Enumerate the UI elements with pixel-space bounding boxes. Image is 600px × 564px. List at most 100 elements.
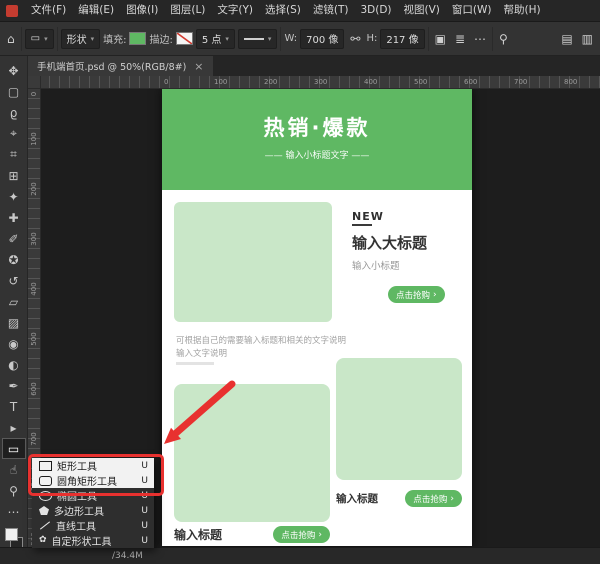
stroke-color-swatch[interactable] bbox=[176, 32, 193, 45]
home-icon[interactable]: ⌂ bbox=[4, 33, 18, 45]
menu-filter[interactable]: 滤镜(T) bbox=[307, 0, 355, 21]
flyout-item-ellipse-tool[interactable]: 椭圆工具 U bbox=[32, 488, 154, 503]
new-badge: NEW bbox=[352, 210, 384, 223]
ruler-horizontal: 0 100 200 300 400 500 600 700 800 bbox=[40, 76, 600, 89]
rounded-rectangle-tool-icon bbox=[39, 476, 52, 486]
quick-select-tool-icon[interactable]: ⌖ bbox=[2, 123, 26, 144]
crop-tool-icon[interactable]: ⌗ bbox=[2, 144, 26, 165]
path-operations-icon[interactable]: ▣ bbox=[432, 33, 449, 45]
menu-file[interactable]: 文件(F) bbox=[25, 0, 72, 21]
type-tool-icon[interactable]: T bbox=[2, 396, 26, 417]
path-alignment-icon[interactable]: ≣ bbox=[452, 33, 468, 45]
polygon-tool-icon bbox=[39, 506, 49, 515]
hero-subtitle: 输入小标题 bbox=[352, 258, 400, 272]
rectangle-tool-icon bbox=[39, 461, 52, 471]
stroke-width-select[interactable]: 5 点 ▾ bbox=[196, 29, 235, 49]
stroke-label: 描边: bbox=[149, 31, 172, 46]
workspace-panel-alt-icon[interactable]: ▥ bbox=[579, 33, 596, 45]
buy-button: 点击抢购 › bbox=[273, 526, 330, 543]
shape-tools-flyout: 矩形工具 U 圆角矩形工具 U 椭圆工具 U 多边形工具 U 直线工具 U ✿ … bbox=[32, 458, 154, 548]
shortcut-key: U bbox=[141, 536, 154, 546]
tools-panel: ✥ ▢ ϱ ⌖ ⌗ ⊞ ✦ ✚ ✐ ✪ ↺ ▱ ▨ ◉ ◐ ✒ T ▸ ▭ ☝ … bbox=[0, 56, 28, 564]
tool-preset-picker[interactable]: ▭ ▾ bbox=[25, 29, 54, 49]
custom-shape-tool-icon: ✿ bbox=[39, 536, 47, 545]
flyout-item-rectangle-tool[interactable]: 矩形工具 U bbox=[32, 458, 154, 473]
flyout-item-custom-shape-tool[interactable]: ✿ 自定形状工具 U bbox=[32, 533, 154, 548]
dodge-tool-icon[interactable]: ◐ bbox=[2, 354, 26, 375]
flyout-item-label: 椭圆工具 bbox=[57, 488, 97, 503]
flyout-item-label: 多边形工具 bbox=[54, 503, 104, 518]
healing-tool-icon[interactable]: ✚ bbox=[2, 207, 26, 228]
hand-tool-icon[interactable]: ☝ bbox=[2, 459, 26, 480]
menu-type[interactable]: 文字(Y) bbox=[211, 0, 259, 21]
stroke-width-value: 5 点 bbox=[202, 31, 222, 46]
history-brush-tool-icon[interactable]: ↺ bbox=[2, 270, 26, 291]
zoom-tool-icon[interactable]: ⚲ bbox=[2, 480, 26, 501]
menu-select[interactable]: 选择(S) bbox=[259, 0, 307, 21]
edit-toolbar-icon[interactable]: ⋯ bbox=[2, 501, 26, 522]
shortcut-key: U bbox=[141, 506, 154, 516]
blur-tool-icon[interactable]: ◉ bbox=[2, 333, 26, 354]
document-title: 手机端首页.psd @ 50%(RGB/8#) bbox=[37, 59, 186, 73]
flyout-item-polygon-tool[interactable]: 多边形工具 U bbox=[32, 503, 154, 518]
menu-layer[interactable]: 图层(L) bbox=[164, 0, 211, 21]
line-tool-icon bbox=[40, 521, 50, 529]
shortcut-key: U bbox=[141, 461, 154, 471]
stroke-style-select[interactable]: ▾ bbox=[238, 29, 278, 49]
brush-tool-icon[interactable]: ✐ bbox=[2, 228, 26, 249]
document-page: 热销·爆款 —— 输入小标题文字 —— NEW 输入大标题 输入小标题 点击抢购… bbox=[162, 88, 472, 546]
move-tool-icon[interactable]: ✥ bbox=[2, 60, 26, 81]
menu-3d[interactable]: 3D(D) bbox=[354, 0, 397, 21]
menu-window[interactable]: 窗口(W) bbox=[446, 0, 498, 21]
more-options-icon[interactable]: ⋯ bbox=[471, 33, 489, 45]
description-line-2: 输入文字说明 bbox=[176, 347, 227, 359]
divider bbox=[428, 27, 429, 51]
pen-tool-icon[interactable]: ✒ bbox=[2, 375, 26, 396]
height-input[interactable]: 217 像 bbox=[380, 29, 424, 49]
menu-edit[interactable]: 编辑(E) bbox=[72, 0, 120, 21]
flyout-item-rounded-rectangle-tool[interactable]: 圆角矩形工具 U bbox=[32, 473, 154, 488]
stamp-tool-icon[interactable]: ✪ bbox=[2, 249, 26, 270]
width-label: W: bbox=[284, 33, 297, 44]
ruler-number: 700 bbox=[514, 78, 527, 86]
flyout-item-line-tool[interactable]: 直线工具 U bbox=[32, 518, 154, 533]
options-bar: ⌂ ▭ ▾ 形状 ▾ 填充: 描边: 5 点 ▾ ▾ W: 700 像 ⚯ H: bbox=[0, 22, 600, 56]
eyedropper-tool-icon[interactable]: ✦ bbox=[2, 186, 26, 207]
divider bbox=[57, 27, 58, 51]
menu-view[interactable]: 视图(V) bbox=[398, 0, 446, 21]
link-dimensions-icon[interactable]: ⚯ bbox=[347, 33, 363, 45]
workspace-panel-icon[interactable]: ▤ bbox=[558, 33, 575, 45]
document-tab[interactable]: 手机端首页.psd @ 50%(RGB/8#) × bbox=[28, 56, 213, 76]
divider bbox=[21, 27, 22, 51]
arrow-right-icon: › bbox=[433, 290, 437, 300]
design-header-subtitle: —— 输入小标题文字 —— bbox=[162, 148, 472, 161]
flyout-item-label: 直线工具 bbox=[56, 518, 96, 533]
eraser-tool-icon[interactable]: ▱ bbox=[2, 291, 26, 312]
arrow-right-icon: › bbox=[318, 530, 322, 540]
preset-shape-icon: ▭ bbox=[31, 33, 40, 44]
shape-tool-icon[interactable]: ▭ bbox=[2, 438, 26, 459]
arrow-right-icon: › bbox=[450, 494, 454, 504]
description-line-1: 可根据自己的需要输入标题和相关的文字说明 bbox=[176, 334, 346, 346]
ruler-number: 200 bbox=[30, 181, 38, 197]
gradient-tool-icon[interactable]: ▨ bbox=[2, 312, 26, 333]
fill-color-swatch[interactable] bbox=[129, 32, 146, 45]
fill-label: 填充: bbox=[103, 31, 126, 46]
close-icon[interactable]: × bbox=[194, 60, 203, 73]
width-input[interactable]: 700 像 bbox=[300, 29, 344, 49]
frame-tool-icon[interactable]: ⊞ bbox=[2, 165, 26, 186]
chevron-down-icon: ▾ bbox=[91, 35, 95, 43]
menu-help[interactable]: 帮助(H) bbox=[498, 0, 547, 21]
ruler-number: 600 bbox=[464, 78, 477, 86]
tool-mode-select[interactable]: 形状 ▾ bbox=[61, 29, 101, 49]
marquee-tool-icon[interactable]: ▢ bbox=[2, 81, 26, 102]
divider bbox=[492, 27, 493, 51]
path-select-tool-icon[interactable]: ▸ bbox=[2, 417, 26, 438]
lasso-tool-icon[interactable]: ϱ bbox=[2, 102, 26, 123]
menu-image[interactable]: 图像(I) bbox=[120, 0, 164, 21]
product-card-left bbox=[174, 384, 330, 522]
foreground-color-swatch[interactable] bbox=[5, 528, 18, 541]
ruler-number: 300 bbox=[30, 231, 38, 247]
search-icon[interactable]: ⚲ bbox=[496, 33, 511, 45]
ruler-number: 100 bbox=[30, 131, 38, 147]
